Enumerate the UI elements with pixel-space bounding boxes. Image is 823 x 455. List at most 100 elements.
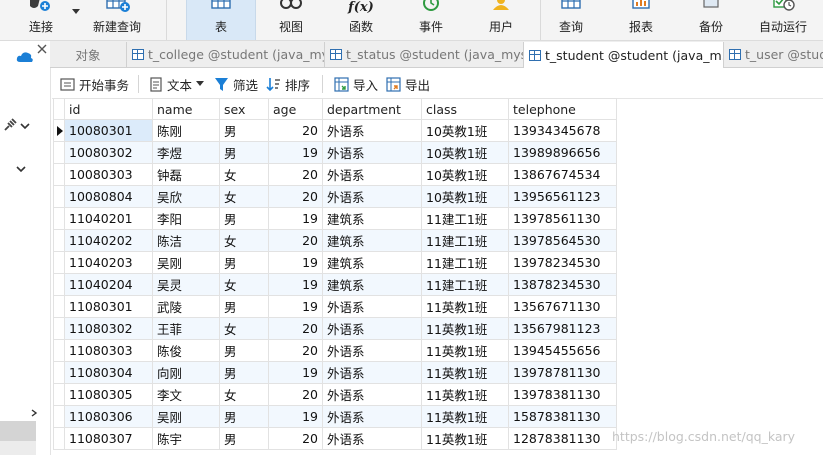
row-selector[interactable] (53, 383, 65, 406)
cell-sex[interactable]: 男 (219, 207, 269, 230)
cell-telephone[interactable]: 13989896656 (508, 141, 617, 164)
cell-age[interactable]: 20 (268, 119, 323, 142)
cell-age[interactable]: 19 (268, 207, 323, 230)
cell-department[interactable]: 外语系 (322, 295, 422, 318)
toolbar-view-button[interactable]: 视图 (262, 0, 320, 40)
tab-t-status[interactable]: t_status @student (java_mys... (325, 42, 524, 67)
toolbar-auto-run-button[interactable]: 自动运行 (750, 0, 816, 40)
table-row[interactable]: 10080302 李煜男 19 外语系 10英教1班 13989896656 (53, 141, 617, 164)
table-row[interactable]: 10080303 钟磊女 20 外语系 10英教1班 13867674534 (53, 163, 617, 186)
tab-t-college[interactable]: t_college @student (java_mys... (127, 42, 325, 67)
table-row[interactable]: 11080302 王菲女 20 外语系 11英教1班 13567981123 (53, 317, 617, 340)
cell-class[interactable]: 11英教1班 (421, 383, 509, 406)
cell-telephone[interactable]: 15878381130 (508, 405, 617, 428)
cell-id[interactable]: 11040203 (64, 251, 153, 274)
cell-name[interactable]: 吴刚 (152, 405, 220, 428)
tab-t-user[interactable]: t_user @stud (724, 42, 823, 67)
toolbar-report-button[interactable]: 报表 (612, 0, 670, 40)
close-icon[interactable] (36, 43, 48, 55)
cell-department[interactable]: 外语系 (322, 141, 422, 164)
column-header-age[interactable]: age (268, 98, 323, 120)
column-header-sex[interactable]: sex (219, 98, 269, 120)
cell-name[interactable]: 陈刚 (152, 119, 220, 142)
cell-department[interactable]: 外语系 (322, 361, 422, 384)
cell-sex[interactable]: 女 (219, 383, 269, 406)
cell-age[interactable]: 20 (268, 317, 323, 340)
cell-telephone[interactable]: 13867674534 (508, 163, 617, 186)
cell-class[interactable]: 11建工1班 (421, 229, 509, 252)
cell-name[interactable]: 王菲 (152, 317, 220, 340)
row-selector[interactable] (53, 251, 65, 274)
cell-telephone[interactable]: 13934345678 (508, 119, 617, 142)
cell-name[interactable]: 向刚 (152, 361, 220, 384)
cell-telephone[interactable]: 12878381130 (508, 427, 617, 450)
cell-department[interactable]: 外语系 (322, 185, 422, 208)
tab-t-student[interactable]: t_student @student (java_m... (524, 42, 724, 68)
cell-class[interactable]: 11建工1班 (421, 251, 509, 274)
cell-sex[interactable]: 女 (219, 317, 269, 340)
cell-class[interactable]: 10英教1班 (421, 119, 509, 142)
sort-button[interactable]: 排序 (266, 74, 310, 94)
cell-id[interactable]: 11080305 (64, 383, 153, 406)
cell-name[interactable]: 李文 (152, 383, 220, 406)
table-row[interactable]: 11040203 吴刚男 19 建筑系 11建工1班 13978234530 (53, 251, 617, 274)
chevron-down-icon[interactable] (20, 123, 30, 131)
cell-sex[interactable]: 男 (219, 141, 269, 164)
cell-sex[interactable]: 男 (219, 339, 269, 362)
cell-name[interactable]: 李煜 (152, 141, 220, 164)
cell-department[interactable]: 外语系 (322, 383, 422, 406)
toolbar-user-button[interactable]: 用户 (470, 0, 532, 40)
table-row[interactable]: 10080301 陈刚男 20 外语系 10英教1班 13934345678 (53, 119, 617, 142)
cell-id[interactable]: 11040204 (64, 273, 153, 296)
cell-class[interactable]: 11英教1班 (421, 317, 509, 340)
toolbar-query-button[interactable]: 查询 (542, 0, 600, 40)
cell-telephone[interactable]: 13956561123 (508, 185, 617, 208)
cell-department[interactable]: 外语系 (322, 339, 422, 362)
text-view-button[interactable]: 文本 (150, 74, 205, 94)
row-selector[interactable] (53, 119, 65, 142)
table-row[interactable]: 10080804 吴欣女 20 外语系 10英教1班 13956561123 (53, 185, 617, 208)
cell-sex[interactable]: 女 (219, 273, 269, 296)
cell-age[interactable]: 19 (268, 141, 323, 164)
toolbar-function-button[interactable]: f(x) 函数 (330, 0, 392, 40)
cell-class[interactable]: 11建工1班 (421, 273, 509, 296)
cell-class[interactable]: 11英教1班 (421, 339, 509, 362)
cell-sex[interactable]: 女 (219, 229, 269, 252)
cell-department[interactable]: 外语系 (322, 163, 422, 186)
cell-age[interactable]: 19 (268, 405, 323, 428)
column-header-name[interactable]: name (152, 98, 220, 120)
cell-id[interactable]: 10080303 (64, 163, 153, 186)
row-selector[interactable] (53, 163, 65, 186)
cell-age[interactable]: 20 (268, 339, 323, 362)
cell-department[interactable]: 建筑系 (322, 229, 422, 252)
cell-sex[interactable]: 男 (219, 295, 269, 318)
row-selector[interactable] (53, 295, 65, 318)
cell-sex[interactable]: 男 (219, 251, 269, 274)
cell-telephone[interactable]: 13878234530 (508, 273, 617, 296)
cell-sex[interactable]: 男 (219, 405, 269, 428)
toolbar-event-button[interactable]: 事件 (400, 0, 462, 40)
cell-telephone[interactable]: 13567671130 (508, 295, 617, 318)
cell-department[interactable]: 外语系 (322, 405, 422, 428)
cell-department[interactable]: 外语系 (322, 119, 422, 142)
row-selector[interactable] (53, 229, 65, 252)
chevron-right-icon[interactable] (30, 409, 38, 417)
export-button[interactable]: 导出 (386, 74, 430, 94)
table-row[interactable]: 11040202 陈洁女 20 建筑系 11建工1班 13978564530 (53, 229, 617, 252)
cell-sex[interactable]: 女 (219, 185, 269, 208)
row-selector[interactable] (53, 427, 65, 450)
cell-age[interactable]: 20 (268, 163, 323, 186)
cell-id[interactable]: 11080301 (64, 295, 153, 318)
table-row[interactable]: 11040204 吴灵女 19 建筑系 11建工1班 13878234530 (53, 273, 617, 296)
cell-name[interactable]: 吴灵 (152, 273, 220, 296)
column-header-department[interactable]: department (322, 98, 422, 120)
cell-id[interactable]: 11040201 (64, 207, 153, 230)
cell-name[interactable]: 陈洁 (152, 229, 220, 252)
chevron-down-icon[interactable] (16, 166, 26, 174)
cell-age[interactable]: 19 (268, 295, 323, 318)
cell-sex[interactable]: 男 (219, 427, 269, 450)
cell-name[interactable]: 吴刚 (152, 251, 220, 274)
cell-age[interactable]: 20 (268, 383, 323, 406)
column-header-telephone[interactable]: telephone (508, 98, 617, 120)
begin-transaction-button[interactable]: 开始事务 (60, 74, 129, 94)
